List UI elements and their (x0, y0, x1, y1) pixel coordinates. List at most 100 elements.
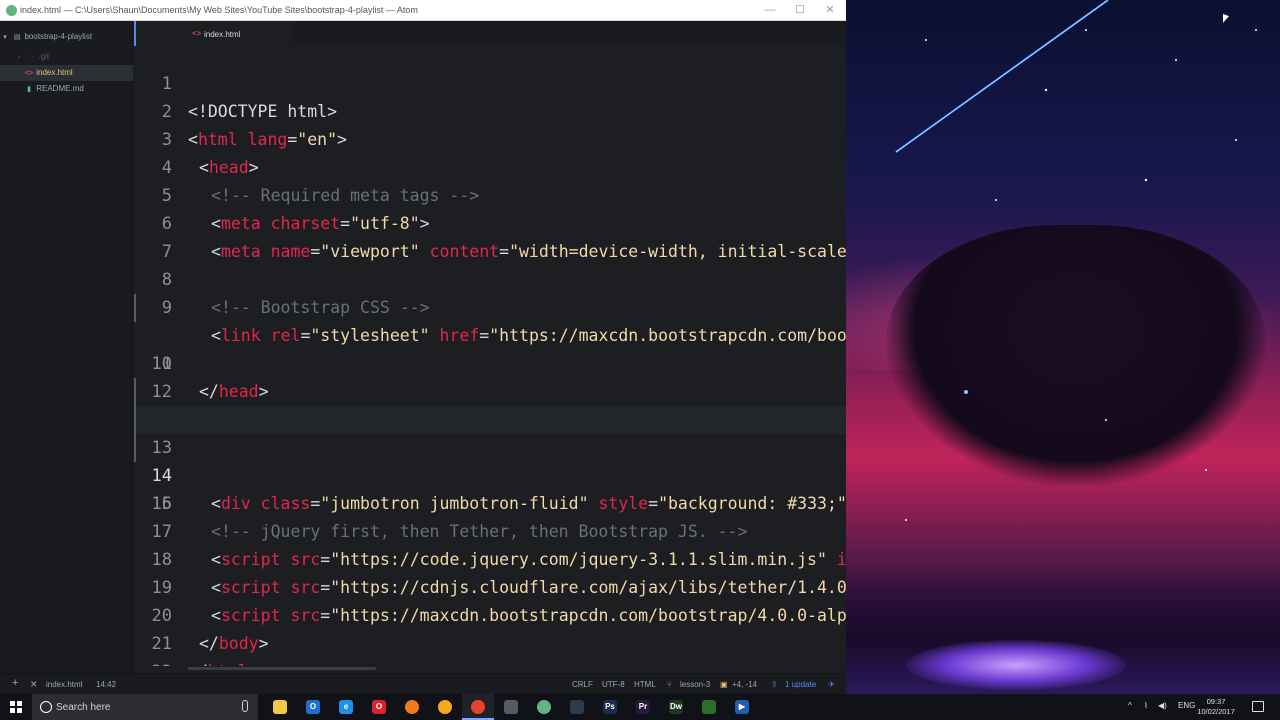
network-icon[interactable]: ⌇ (1144, 701, 1148, 710)
taskbar-app-opera[interactable]: O (363, 694, 395, 720)
input-language[interactable]: ENG (1178, 701, 1195, 710)
dreamweaver-icon: Dw (669, 700, 683, 714)
code-line-17: 17 <script src="https://code.jquery.com/… (134, 490, 846, 569)
wallpaper-sky-art (895, 0, 1257, 521)
tree-project-label: bootstrap-4-playlist (24, 32, 93, 41)
tree-project-root[interactable]: ▾ ▤ bootstrap-4-playlist (0, 29, 133, 45)
status-git-diff[interactable]: +4, -14 (732, 680, 757, 689)
tree-item-index-html[interactable]: <> index.html (0, 65, 133, 81)
taskbar-app-media-app[interactable] (495, 694, 527, 720)
add-icon[interactable]: + (12, 677, 18, 689)
atom-app-icon (6, 5, 17, 16)
title-bar[interactable]: index.html — C:\Users\Shaun\Documents\My… (0, 0, 846, 21)
chevron-down-icon: ▾ (3, 34, 7, 41)
taskbar-app-chrome[interactable] (462, 694, 494, 720)
code-file-icon: <> (192, 29, 202, 38)
git-icon: ◌ (29, 54, 34, 61)
status-git-branch[interactable]: lesson-3 (680, 680, 710, 689)
branch-icon: ⑂ (667, 680, 672, 689)
mouse-pointer-icon (1223, 13, 1229, 26)
git-modified-marker (134, 294, 136, 322)
taskbar-app-dreamweaver[interactable]: Dw (660, 694, 692, 720)
minimize-button[interactable]: — (756, 2, 784, 19)
token: html (208, 662, 248, 666)
status-file-name[interactable]: index.html (46, 680, 82, 689)
taskbar-app-premiere[interactable]: Pr (627, 694, 659, 720)
code-line-8: 8 <!-- Bootstrap CSS --> (134, 238, 846, 317)
status-bar: + ✕ index.html 14:42 CRLF UTF-8 HTML ⑂ l… (0, 673, 846, 694)
start-button[interactable] (0, 694, 32, 720)
chevron-right-icon: › (17, 54, 21, 61)
volume-icon[interactable]: ◀) (1158, 701, 1167, 710)
code-text: </html> (188, 658, 258, 666)
media-app-icon (504, 700, 518, 714)
system-clock[interactable]: 09:37 10/02/2017 (1196, 697, 1236, 717)
file-explorer-icon (273, 700, 287, 714)
diff-icon: ▣ (720, 680, 728, 689)
photoshop-icon: Ps (603, 700, 617, 714)
tab-index-html[interactable]: <> index.html (134, 21, 294, 46)
repo-icon: ▤ (13, 34, 21, 41)
taskbar-app-terminal[interactable]: ▶ (726, 694, 758, 720)
maximize-button[interactable]: ☐ (786, 2, 814, 19)
update-icon: ⇪ (771, 680, 778, 689)
tab-label: index.html (204, 30, 241, 39)
code-line-19: 19 <script src="https://maxcdn.bootstrap… (134, 546, 846, 625)
status-line-ending[interactable]: CRLF (572, 680, 593, 689)
search-placeholder: Search here (56, 702, 111, 713)
code-editor[interactable]: 1 <!DOCTYPE html> 2 <html lang="en"> 3 <… (134, 46, 846, 666)
notification-icon[interactable] (1252, 701, 1264, 712)
taskbar-app-photoshop[interactable]: Ps (594, 694, 626, 720)
chrome-canary-icon (438, 700, 452, 714)
tree-view: ▾ ▤ bootstrap-4-playlist › ◌ .git <> ind… (0, 21, 133, 673)
git-modified-marker (134, 434, 136, 462)
taskbar-app-visual-studio[interactable] (561, 694, 593, 720)
terminal-icon: ▶ (735, 700, 749, 714)
outlook-icon: O (306, 700, 320, 714)
code-line-13: 13 (134, 378, 846, 458)
code-line-21: 21 </html> (134, 602, 846, 666)
status-update[interactable]: 1 update (785, 680, 816, 689)
tree-item-git[interactable]: › ◌ .git (0, 49, 133, 65)
code-line-2: 2 <html lang="en"> (134, 70, 846, 149)
tree-item-label: README.md (36, 84, 84, 93)
horizontal-scrollbar[interactable] (188, 667, 376, 670)
code-file-icon: <> (24, 70, 34, 77)
git-modified-marker (134, 406, 136, 434)
code-line-5: 5 <meta charset="utf-8"> (134, 154, 846, 233)
tree-item-readme[interactable]: ▮ README.md (0, 81, 133, 97)
status-encoding[interactable]: UTF-8 (602, 680, 625, 689)
close-button[interactable]: ✕ (816, 2, 844, 19)
code-line-18: 18 <script src="https://cdnjs.cloudflare… (134, 518, 846, 597)
code-line-14: 14 <div class="jumbotron jumbotron-fluid… (134, 406, 846, 513)
code-line-10: 10 (134, 294, 846, 374)
status-grammar[interactable]: HTML (634, 680, 656, 689)
line-number: 22 (134, 658, 172, 666)
code-line-1: 1 <!DOCTYPE html> (134, 46, 846, 121)
taskbar-app-file-explorer[interactable] (264, 694, 296, 720)
window-title: index.html — C:\Users\Shaun\Documents\My… (20, 5, 418, 15)
taskbar-app-atom[interactable] (528, 694, 560, 720)
taskbar-app-chrome-canary[interactable] (429, 694, 461, 720)
code-line-12: 12 <body> (134, 350, 846, 429)
tree-item-label: .git (38, 52, 50, 61)
close-icon[interactable]: ✕ (30, 679, 38, 690)
microphone-icon[interactable] (242, 700, 248, 712)
code-line-20: 20 </body> (134, 574, 846, 653)
git-modified-marker (134, 378, 136, 406)
taskbar-app-inkscape[interactable] (693, 694, 725, 720)
cortana-icon (40, 701, 52, 713)
code-line-16: 16 <!-- jQuery first, then Tether, then … (134, 462, 846, 541)
taskbar-app-outlook[interactable]: O (297, 694, 329, 720)
taskbar-app-firefox[interactable] (396, 694, 428, 720)
taskbar-app-edge[interactable]: e (330, 694, 362, 720)
taskbar-search[interactable]: Search here (32, 694, 258, 720)
chrome-icon (471, 700, 485, 714)
visual-studio-icon (570, 700, 584, 714)
status-cursor-position[interactable]: 14:42 (96, 680, 116, 689)
chevron-up-icon[interactable]: ^ (1128, 701, 1132, 710)
bird-icon[interactable]: ✈ (828, 680, 835, 689)
code-line-22: 22 (134, 630, 846, 666)
atom-icon (537, 700, 551, 714)
code-line-4: 4 <!-- Required meta tags --> (134, 126, 846, 205)
